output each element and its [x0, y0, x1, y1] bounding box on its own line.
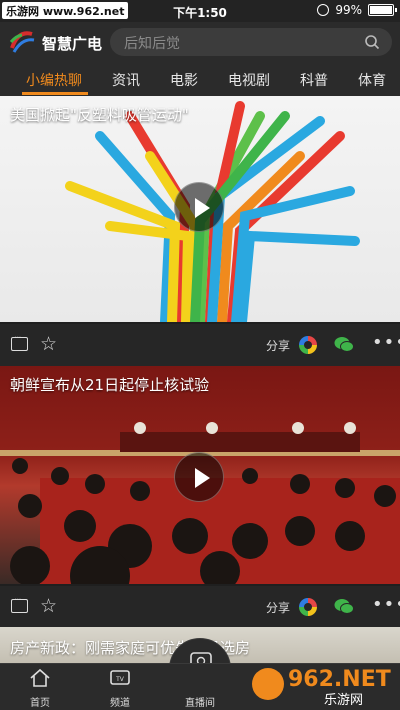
nav-channels[interactable]: TV 频道 [90, 668, 150, 709]
tv-icon: TV [110, 670, 130, 685]
home-icon [30, 668, 50, 687]
search-input[interactable]: 后知后觉 [110, 28, 392, 56]
play-button[interactable] [174, 182, 224, 232]
feed-card[interactable]: 朝鲜宣布从21日起停止核试验 ☆ 分享 ••• [0, 366, 400, 628]
wechat-icon[interactable] [334, 336, 354, 353]
battery-percent: 99% [335, 3, 362, 17]
more-options-icon[interactable]: ••• [372, 594, 400, 615]
tab-sports[interactable]: 体育 [358, 70, 386, 90]
favorite-star-icon[interactable]: ☆ [40, 595, 57, 617]
category-tabs: 小编热聊 资讯 电影 电视剧 科普 体育 [0, 62, 400, 96]
comment-icon[interactable] [11, 333, 28, 351]
active-tab-indicator [22, 92, 88, 95]
nav-channels-label: 频道 [110, 698, 130, 709]
wechat-icon[interactable] [334, 598, 354, 615]
app-logo-icon [9, 31, 35, 53]
feed-card[interactable]: 美国掀起"反塑料吸管运动" ☆ 分享 ••• [0, 96, 400, 366]
tab-science[interactable]: 科普 [300, 70, 328, 90]
tab-tv-series[interactable]: 电视剧 [228, 70, 270, 90]
favorite-star-icon[interactable]: ☆ [40, 333, 57, 355]
wechat-moments-icon[interactable] [299, 336, 317, 354]
share-label: 分享 [266, 601, 291, 615]
nav-home-label: 首页 [30, 698, 50, 709]
status-bar: 乐游网 www.962.net 下午1:50 99% [0, 0, 400, 22]
search-placeholder: 后知后觉 [124, 36, 180, 52]
battery-icon [368, 4, 397, 16]
card-actions: ☆ 分享 ••• [0, 324, 400, 366]
video-title[interactable]: 美国掀起"反塑料吸管运动" [10, 104, 189, 125]
watermark-sub: 乐游网 [324, 693, 363, 708]
watermark-brand: 962.NET [288, 667, 391, 692]
tab-news[interactable]: 资讯 [112, 70, 140, 90]
video-thumbnail[interactable]: 朝鲜宣布从21日起停止核试验 [0, 366, 400, 584]
tab-hot-chat[interactable]: 小编热聊 [26, 70, 82, 90]
nav-live-label: 直播间 [185, 698, 215, 709]
svg-text:TV: TV [115, 676, 125, 683]
video-thumbnail[interactable]: 美国掀起"反塑料吸管运动" [0, 96, 400, 322]
app-title: 智慧广电 [42, 35, 103, 53]
card-actions: ☆ 分享 ••• [0, 586, 400, 628]
wechat-moments-icon[interactable] [299, 598, 317, 616]
rotation-lock-icon [317, 4, 330, 16]
more-options-icon[interactable]: ••• [372, 332, 400, 353]
nav-home[interactable]: 首页 [10, 668, 70, 709]
share-label: 分享 [266, 339, 291, 353]
comment-icon[interactable] [11, 595, 28, 613]
video-title[interactable]: 朝鲜宣布从21日起停止核试验 [10, 374, 209, 395]
site-logo-watermark: 962.NET 乐游网 [252, 667, 391, 708]
search-icon[interactable] [364, 34, 380, 50]
tab-movies[interactable]: 电影 [170, 70, 198, 90]
play-button[interactable] [174, 452, 224, 502]
app-header: 智慧广电 后知后觉 [0, 22, 400, 62]
